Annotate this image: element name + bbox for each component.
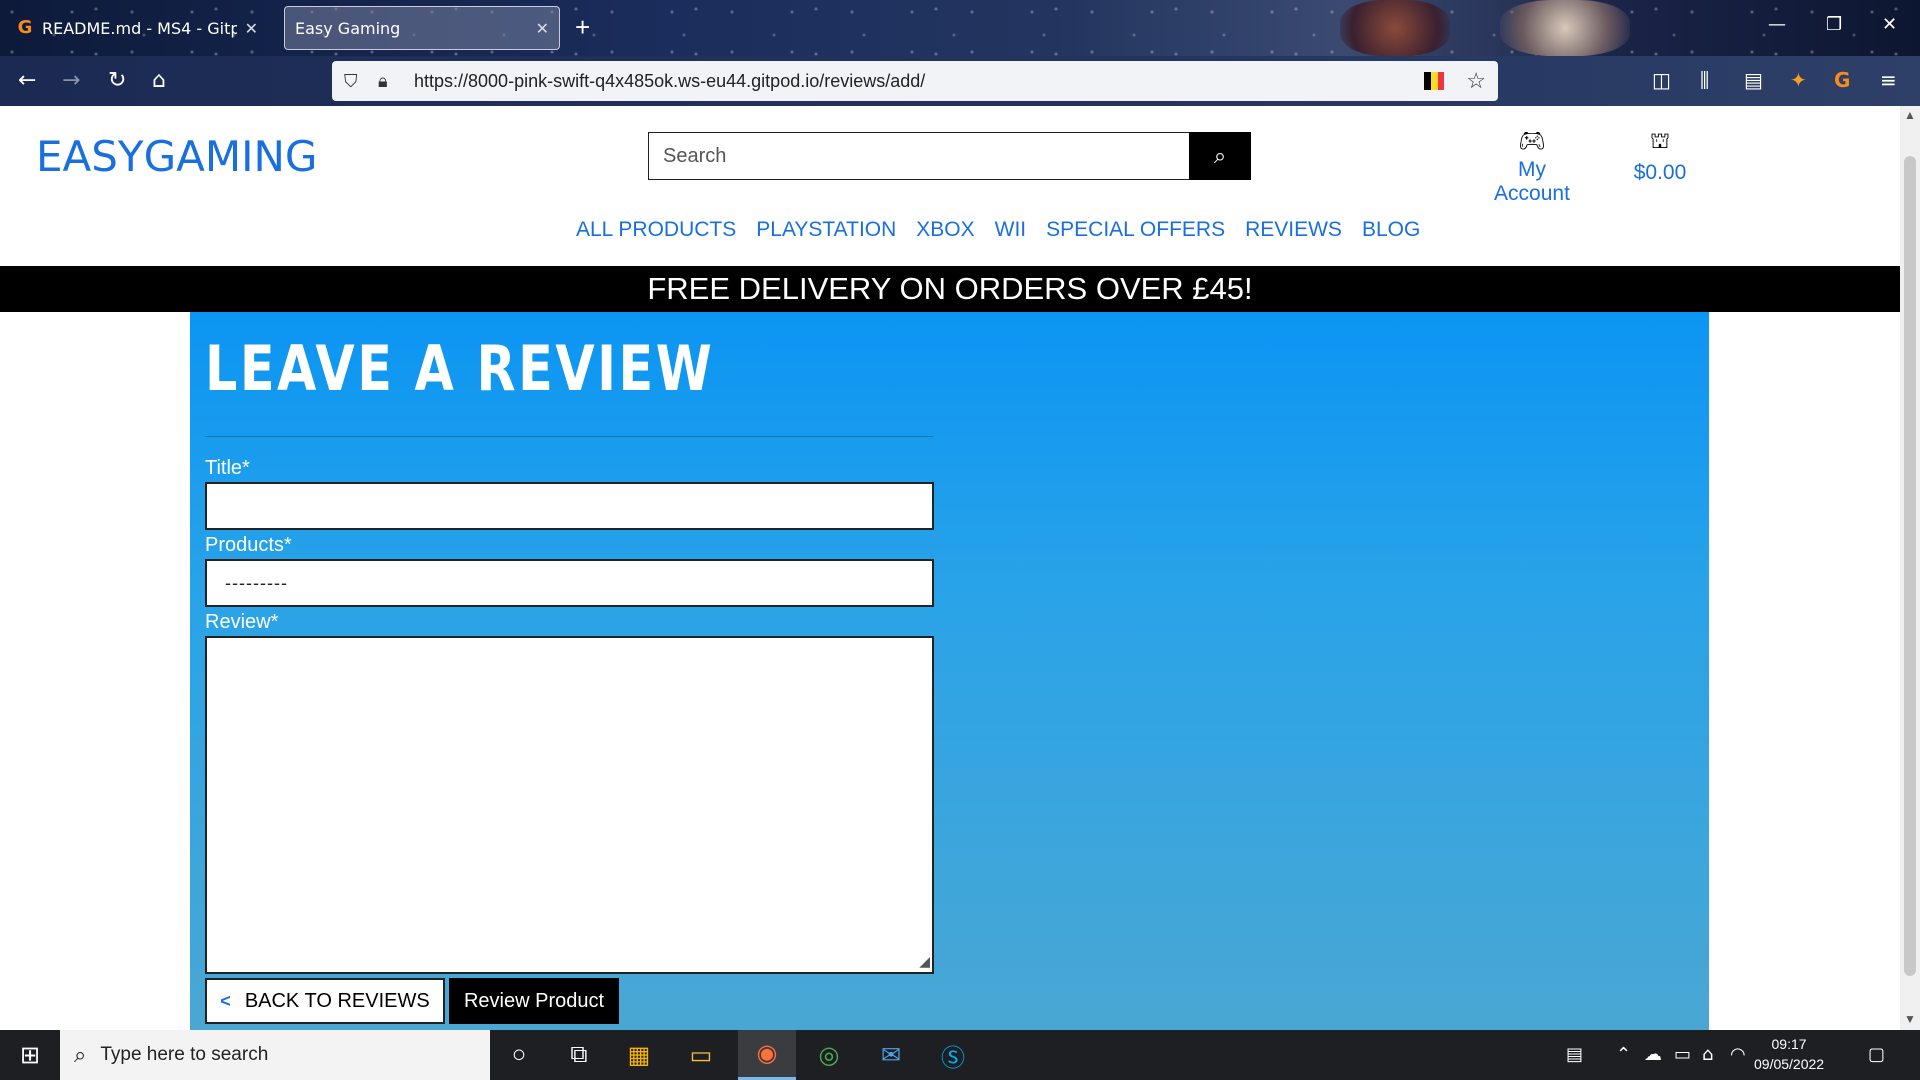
taskbar-search-placeholder: Type here to search bbox=[100, 1044, 269, 1065]
address-bar[interactable]: ⛉ 🔒︎ https://8000-pink-swift-q4x485ok.ws… bbox=[332, 61, 1498, 101]
forward-arrow-icon[interactable]: → bbox=[62, 66, 80, 96]
search-icon: ⌕ bbox=[74, 1042, 87, 1067]
gitpod-extension-icon[interactable]: G bbox=[1834, 68, 1850, 92]
restore-icon[interactable]: ❐ bbox=[1826, 14, 1842, 35]
nav-playstation[interactable]: PLAYSTATION bbox=[756, 218, 896, 242]
clock-date: 09/05/2022 bbox=[1754, 1056, 1825, 1072]
taskbar-search[interactable]: ⌕ Type here to search bbox=[60, 1030, 490, 1080]
firefox-icon[interactable]: ◉ bbox=[738, 1030, 796, 1080]
mail-icon[interactable]: ✉ bbox=[862, 1030, 920, 1080]
task-view-icon[interactable]: ⧉ bbox=[550, 1030, 608, 1080]
back-arrow-icon[interactable]: ← bbox=[18, 66, 36, 96]
extension-icon[interactable]: ✦ bbox=[1790, 68, 1807, 92]
basket-link[interactable]: ⛫ $0.00 bbox=[1630, 128, 1690, 185]
delivery-banner: FREE DELIVERY ON ORDERS OVER £45! bbox=[0, 266, 1900, 312]
web-page: EASYGAMING ⌕ 🎮︎ My Account ⛫ $0.00 ALL P… bbox=[0, 106, 1900, 1030]
wifi-icon[interactable]: ◠ bbox=[1730, 1044, 1746, 1065]
chevron-left-icon: < bbox=[220, 990, 231, 1011]
windows-start-icon[interactable]: ⊞ bbox=[0, 1030, 60, 1080]
home-icon[interactable]: ⌂ bbox=[152, 66, 166, 96]
site-logo[interactable]: EASYGAMING bbox=[36, 132, 317, 181]
page-scrollbar[interactable]: ▲ ▼ bbox=[1900, 106, 1920, 1030]
gamepad-icon: 🎮︎ bbox=[1518, 128, 1546, 153]
search-button[interactable]: ⌕ bbox=[1189, 132, 1251, 180]
menu-icon[interactable]: ≡ bbox=[1880, 68, 1897, 92]
url-text[interactable]: https://8000-pink-swift-q4x485ok.ws-eu44… bbox=[414, 71, 1424, 92]
products-label: Products* bbox=[205, 534, 292, 556]
file-explorer-icon[interactable]: ▭ bbox=[672, 1030, 730, 1080]
belgium-flag-icon[interactable] bbox=[1424, 72, 1445, 90]
library-icon[interactable]: ⫼ bbox=[1700, 68, 1709, 92]
store-icon[interactable]: ▦ bbox=[610, 1030, 668, 1080]
close-window-icon[interactable]: ✕ bbox=[1882, 14, 1897, 35]
nav-reviews[interactable]: REVIEWS bbox=[1245, 218, 1342, 242]
search-input[interactable] bbox=[648, 132, 1189, 180]
review-textarea[interactable]: ◢ bbox=[205, 636, 934, 974]
reload-icon[interactable]: ↻ bbox=[108, 66, 126, 96]
tab-easy-gaming[interactable]: Easy Gaming ✕ bbox=[284, 6, 560, 50]
battery-icon[interactable]: ▭ bbox=[1674, 1044, 1691, 1065]
notifications-icon[interactable]: ▢ bbox=[1868, 1044, 1885, 1065]
account-label: My Account bbox=[1494, 158, 1570, 205]
tab-readme[interactable]: G README.md - MS4 - Gitpod Co ✕ bbox=[6, 6, 268, 50]
logo-part-easy: EASY bbox=[36, 132, 144, 181]
cortana-icon[interactable]: ○ bbox=[490, 1030, 548, 1080]
review-label: Review* bbox=[205, 611, 279, 633]
scroll-down-icon[interactable]: ▼ bbox=[1904, 1012, 1916, 1026]
network-icon[interactable]: ⌂ bbox=[1702, 1044, 1713, 1065]
windows-taskbar: ⊞ ⌕ Type here to search ○ ⧉ ▦ ▭ ◉ ◎ ✉ Ⓢ … bbox=[0, 1030, 1920, 1080]
tab-title: README.md - MS4 - Gitpod Co bbox=[42, 18, 237, 38]
review-product-button[interactable]: Review Product bbox=[449, 978, 619, 1024]
scroll-up-icon[interactable]: ▲ bbox=[1904, 108, 1916, 122]
new-tab-button[interactable]: + bbox=[575, 12, 590, 42]
minimize-icon[interactable]: — bbox=[1768, 14, 1786, 35]
basket-total: $0.00 bbox=[1633, 161, 1687, 184]
logo-part-gaming: GAMING bbox=[143, 132, 318, 181]
nav-wii[interactable]: WII bbox=[995, 218, 1027, 242]
browser-tab-bar: G README.md - MS4 - Gitpod Co ✕ Easy Gam… bbox=[0, 0, 1920, 56]
title-input[interactable] bbox=[205, 482, 934, 530]
scrollbar-thumb[interactable] bbox=[1904, 156, 1916, 976]
news-icon[interactable]: ▤ bbox=[1566, 1044, 1583, 1065]
theme-figure-left bbox=[1340, 0, 1450, 56]
back-button-label: BACK TO REVIEWS bbox=[244, 989, 430, 1012]
divider bbox=[205, 436, 933, 437]
lock-icon[interactable]: 🔒︎ bbox=[378, 71, 400, 92]
skype-icon[interactable]: Ⓢ bbox=[924, 1030, 982, 1080]
my-account-link[interactable]: 🎮︎ My Account bbox=[1478, 128, 1586, 206]
gitpod-icon: G bbox=[17, 17, 33, 38]
products-select[interactable]: --------- bbox=[205, 559, 934, 607]
page-title: LEAVE A REVIEW bbox=[205, 332, 715, 405]
cloud-icon[interactable]: ☁ bbox=[1644, 1044, 1662, 1065]
main-navigation: ALL PRODUCTS PLAYSTATION XBOX WII SPECIA… bbox=[576, 218, 1440, 242]
theme-figure-right bbox=[1500, 0, 1630, 56]
chrome-icon[interactable]: ◎ bbox=[800, 1030, 858, 1080]
bookmark-star-icon[interactable]: ☆ bbox=[1466, 68, 1486, 94]
basket-icon: ⛫ bbox=[1649, 128, 1671, 153]
back-to-reviews-button[interactable]: < BACK TO REVIEWS bbox=[205, 978, 445, 1024]
close-tab-icon[interactable]: ✕ bbox=[245, 19, 258, 38]
tab-title: Easy Gaming bbox=[295, 18, 401, 38]
nav-xbox[interactable]: XBOX bbox=[916, 218, 974, 242]
title-label: Title* bbox=[205, 457, 250, 479]
nav-blog[interactable]: BLOG bbox=[1362, 218, 1420, 242]
close-tab-icon[interactable]: ✕ bbox=[536, 19, 549, 38]
taskbar-clock[interactable]: 09:17 09/05/2022 bbox=[1754, 1034, 1824, 1074]
pocket-icon[interactable]: ◫ bbox=[1652, 68, 1671, 92]
shield-icon[interactable]: ⛉ bbox=[344, 71, 366, 92]
nav-special-offers[interactable]: SPECIAL OFFERS bbox=[1046, 218, 1225, 242]
products-selected-value: --------- bbox=[225, 572, 288, 593]
site-search: ⌕ bbox=[648, 132, 1251, 180]
resize-handle-icon[interactable]: ◢ bbox=[919, 953, 930, 970]
search-icon: ⌕ bbox=[1213, 143, 1227, 168]
sidebar-icon[interactable]: ▤ bbox=[1744, 68, 1763, 92]
tray-chevron-up-icon[interactable]: ⌃ bbox=[1616, 1044, 1631, 1065]
nav-all-products[interactable]: ALL PRODUCTS bbox=[576, 218, 736, 242]
clock-time: 09:17 bbox=[1771, 1036, 1807, 1052]
review-form-panel: LEAVE A REVIEW Title* Products* --------… bbox=[190, 312, 1709, 1030]
